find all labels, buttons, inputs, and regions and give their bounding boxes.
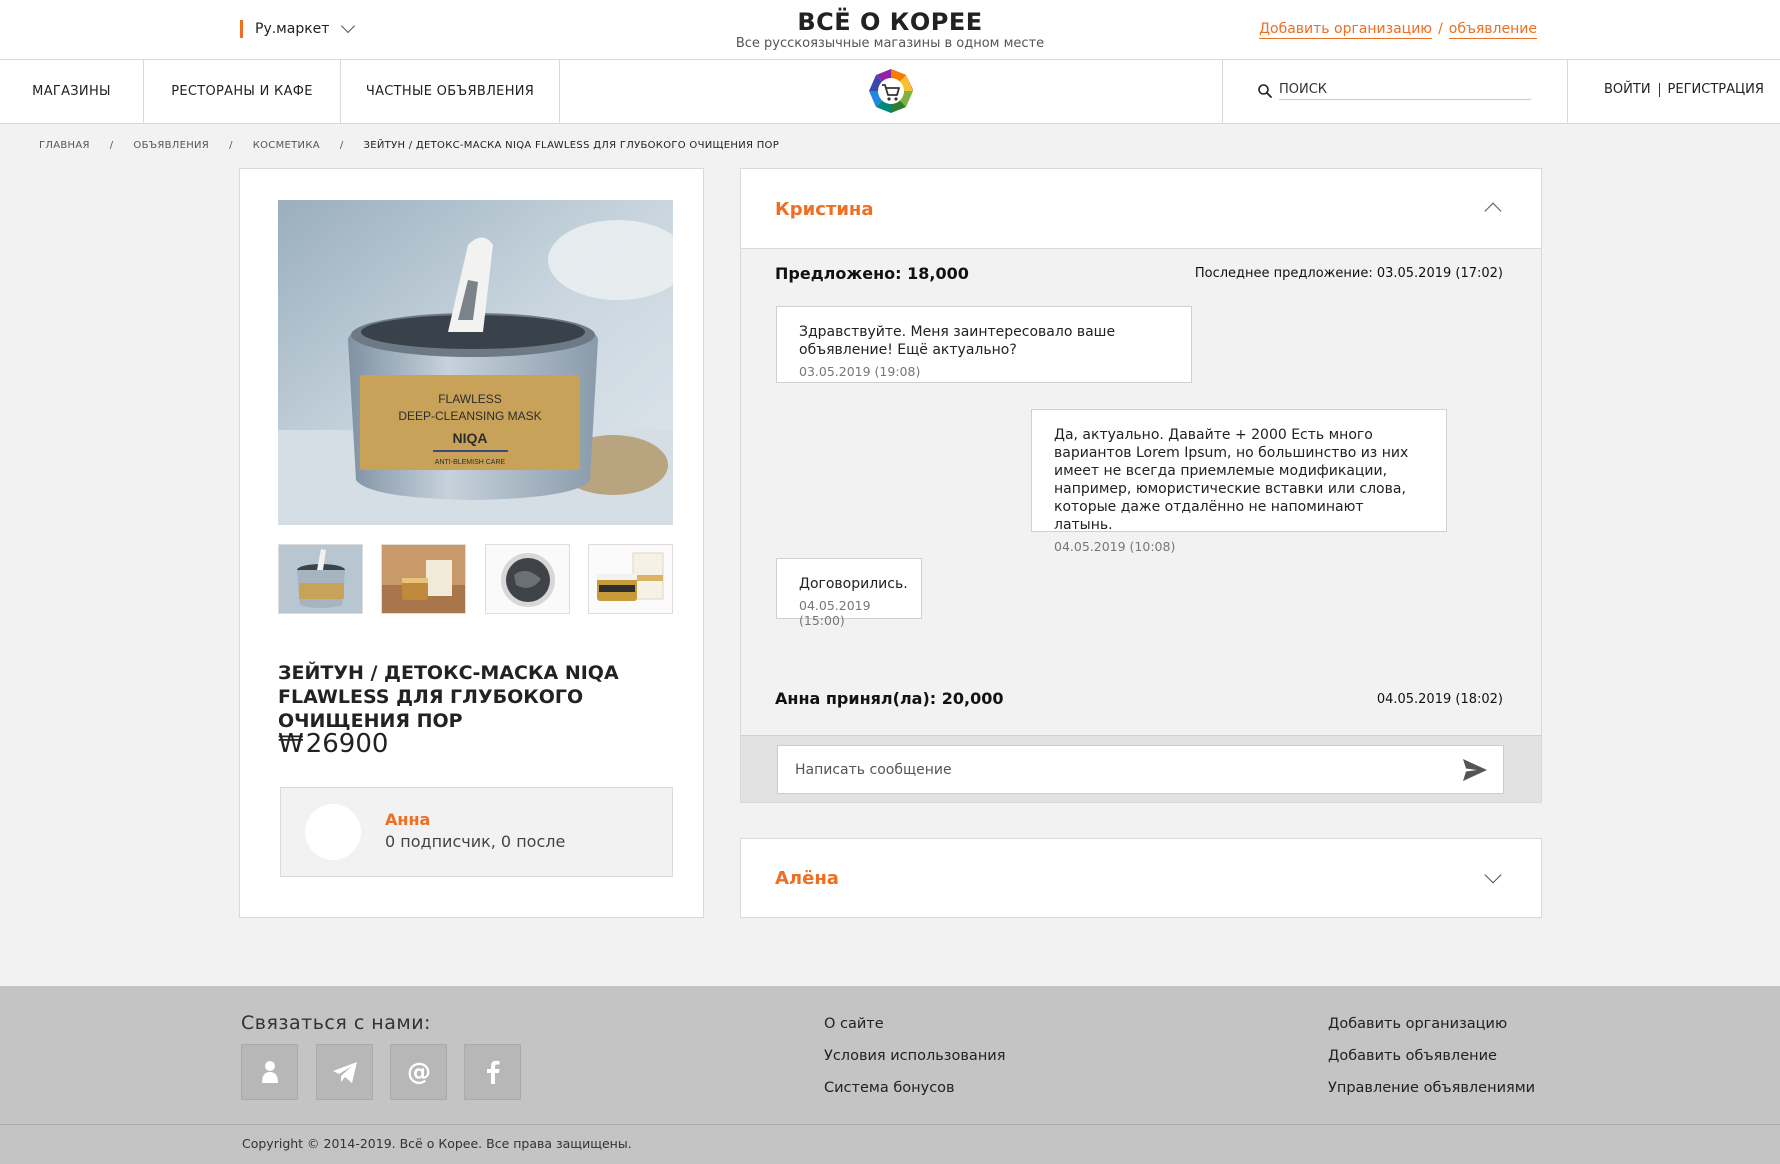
chat-contact-name: Алёна [775, 868, 839, 889]
jar-sub: ANTI-BLEMISH CARE [435, 459, 506, 466]
nav-item-restaurants[interactable]: РЕСТОРАНЫ И КАФЕ [144, 60, 341, 123]
at-icon[interactable]: @ [390, 1044, 447, 1100]
message-text: Да, актуально. Давайте + 2000 Есть много… [1054, 427, 1409, 533]
send-icon[interactable] [1462, 758, 1488, 782]
nav-item-private-ads[interactable]: ЧАСТНЫЕ ОБЪЯВЛЕНИЯ [341, 60, 560, 123]
footer-link-bonus[interactable]: Система бонусов [824, 1080, 955, 1096]
message-outgoing: Да, актуально. Давайте + 2000 Есть много… [1031, 409, 1447, 554]
breadcrumb-home[interactable]: ГЛАВНАЯ [39, 140, 90, 151]
chevron-up-icon[interactable] [1484, 202, 1502, 220]
product-card: FLAWLESS DEEP-CLEANSING MASK NIQA ANTI-B… [239, 168, 704, 918]
top-links: Добавить организацию / объявление [1259, 21, 1537, 39]
thumbnail-3[interactable] [485, 544, 570, 614]
link-separator: / [1438, 21, 1443, 37]
search-box [1222, 60, 1568, 123]
chat-header[interactable]: Кристина [741, 169, 1541, 249]
contact-title: Связаться с нами: [241, 1012, 431, 1034]
product-main-image[interactable]: FLAWLESS DEEP-CLEANSING MASK NIQA ANTI-B… [278, 200, 673, 525]
auth-links: ВОЙТИ РЕГИСТРАЦИЯ [1604, 82, 1764, 97]
message-time: 04.05.2019 (15:00) [799, 598, 871, 628]
footer-link-add-organization[interactable]: Добавить организацию [1328, 1016, 1507, 1032]
auth-divider [1658, 82, 1660, 97]
add-organization-link[interactable]: Добавить организацию [1259, 21, 1433, 39]
nav-item-shops[interactable]: МАГАЗИНЫ [0, 60, 144, 123]
site-logo[interactable] [868, 68, 914, 114]
product-title: ЗЕЙТУН / ДЕТОКС-МАСКА NIQA FLAWLESS ДЛЯ … [278, 662, 619, 732]
accepted-time: 04.05.2019 (18:02) [1376, 692, 1503, 707]
jar-brand: NIQA [453, 430, 488, 446]
thumbnail-4[interactable] [588, 544, 673, 614]
chat-panel-alena[interactable]: Алёна [740, 838, 1542, 918]
search-icon[interactable] [1257, 83, 1273, 99]
footer-divider [0, 1124, 1780, 1125]
product-photo: FLAWLESS DEEP-CLEANSING MASK NIQA ANTI-B… [278, 200, 673, 525]
product-price: ₩ 26900 [278, 729, 388, 759]
message-time: 04.05.2019 (10:08) [1054, 539, 1176, 554]
seller-stats: 0 подписчик, 0 после [385, 832, 566, 851]
svg-text:@: @ [407, 1058, 431, 1086]
telegram-icon[interactable] [316, 1044, 373, 1100]
seller-name[interactable]: Анна [385, 810, 430, 829]
offered-amount: Предложено: 18,000 [775, 264, 969, 283]
last-offer-time: Последнее предложение: 03.05.2019 (17:02… [1194, 266, 1503, 281]
footer-link-manage-ads[interactable]: Управление объявлениями [1328, 1080, 1535, 1096]
search-input[interactable] [1279, 80, 1531, 100]
jar-label-line2: DEEP-CLEANSING MASK [398, 409, 541, 423]
login-link[interactable]: ВОЙТИ [1604, 82, 1651, 97]
add-ad-link[interactable]: объявление [1448, 21, 1537, 39]
price-value: 26900 [305, 729, 389, 759]
breadcrumb-separator: / [109, 140, 114, 151]
message-time: 03.05.2019 (19:08) [799, 364, 921, 379]
breadcrumb-ads[interactable]: ОБЪЯВЛЕНИЯ [133, 140, 209, 151]
chat-contact-name: Кристина [775, 199, 874, 220]
message-incoming: Договорились. 04.05.2019 (15:00) [776, 558, 922, 628]
avatar [305, 804, 361, 860]
seller-card[interactable]: Анна 0 подписчик, 0 после [280, 787, 673, 877]
thumbnail-2[interactable] [381, 544, 466, 614]
compose-bar [741, 735, 1541, 802]
breadcrumb-separator: / [339, 140, 344, 151]
message-text: Здравствуйте. Меня заинтересовало ваше о… [799, 324, 1116, 358]
breadcrumb-separator: / [229, 140, 233, 151]
breadcrumb: ГЛАВНАЯ / ОБЪЯВЛЕНИЯ / КОСМЕТИКА / ЗЕЙТУ… [39, 140, 779, 151]
footer-link-about[interactable]: О сайте [824, 1016, 884, 1032]
breadcrumb-cosmetics[interactable]: КОСМЕТИКА [253, 140, 320, 151]
message-text: Договорились. [799, 576, 908, 592]
copyright: Copyright © 2014-2019. Всё о Корее. Все … [242, 1136, 632, 1151]
footer: Связаться с нами: @ О сайте Условия испо… [0, 986, 1780, 1164]
thumbnail-strip [278, 544, 673, 614]
message-input[interactable] [777, 745, 1504, 794]
breadcrumb-current: ЗЕЙТУН / ДЕТОКС-МАСКА NIQA FLAWLESS ДЛЯ … [363, 140, 780, 151]
main-nav: МАГАЗИНЫ РЕСТОРАНЫ И КАФЕ ЧАСТНЫЕ ОБЪЯВЛ… [0, 60, 1780, 124]
chat-panel-kristina: Кристина Предложено: 18,000 Последнее пр… [740, 168, 1542, 803]
chevron-down-icon[interactable] [1484, 866, 1502, 884]
person-icon[interactable] [241, 1044, 298, 1100]
thumbnail-1[interactable] [278, 544, 363, 614]
footer-link-add-ad[interactable]: Добавить объявление [1328, 1048, 1497, 1064]
currency-symbol: ₩ [278, 729, 304, 759]
jar-label-line1: FLAWLESS [438, 392, 502, 406]
facebook-icon[interactable] [464, 1044, 521, 1100]
register-link[interactable]: РЕГИСТРАЦИЯ [1668, 82, 1764, 97]
accepted-amount: Анна принял(ла): 20,000 [775, 689, 1004, 708]
footer-link-terms[interactable]: Условия использования [824, 1048, 1005, 1064]
message-incoming: Здравствуйте. Меня заинтересовало ваше о… [776, 306, 1192, 383]
top-bar: Ру.маркет ВСЁ О КОРЕЕ Все русскоязычные … [0, 0, 1780, 60]
